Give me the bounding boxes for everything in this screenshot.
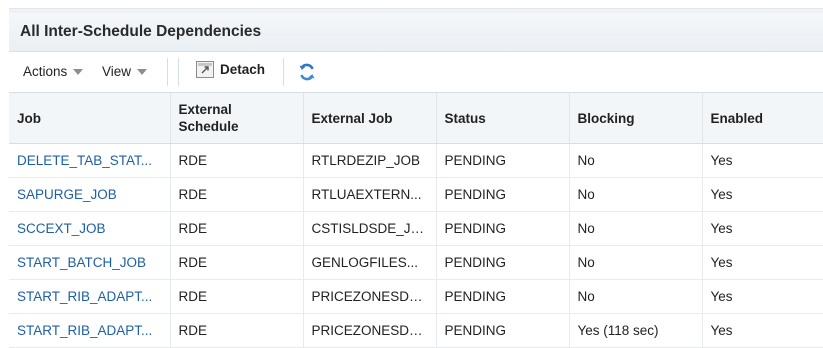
status-cell: PENDING [436,279,570,314]
table-row[interactable]: DELETE_TAB_STAT... RDE RTLRDEZIP_JOB PEN… [9,143,823,178]
external-schedule-cell: RDE [170,279,304,314]
table-row[interactable]: START_RIB_ADAPT... RDE PRICEZONESDE... P… [9,279,823,314]
blocking-cell: No [569,177,703,212]
refresh-icon[interactable] [297,62,317,82]
blocking-cell: Yes (118 sec) [569,313,703,348]
job-cell: SAPURGE_JOB [9,177,171,212]
blocking-cell: No [569,245,703,280]
toolbar-divider [167,58,168,86]
enabled-cell: Yes [702,245,823,280]
panel-title: All Inter-Schedule Dependencies [20,23,262,40]
toolbar: Actions View Detach [9,52,823,93]
external-job-cell: PRICEZONESDE... [303,279,437,314]
column-header-external-job[interactable]: External Job [303,93,437,144]
actions-menu-label: Actions [23,64,68,79]
enabled-cell: Yes [702,279,823,314]
external-job-cell: PRICEZONESDE... [303,313,437,348]
external-job-cell: RTLUAEXTERN... [303,177,437,212]
status-cell: PENDING [436,211,570,246]
dependencies-table: Job External Schedule External Job Statu… [9,93,823,348]
external-schedule-cell: RDE [170,245,304,280]
table-row[interactable]: START_BATCH_JOB RDE GENLOGFILES... PENDI… [9,245,823,280]
status-cell: PENDING [436,245,570,280]
enabled-cell: Yes [702,177,823,212]
external-job-cell: CSTISLDSDE_JOB [303,211,437,246]
external-job-cell: RTLRDEZIP_JOB [303,143,437,178]
table-header-row: Job External Schedule External Job Statu… [9,93,823,144]
blocking-cell: No [569,279,703,314]
blocking-cell: No [569,211,703,246]
chevron-down-icon [73,68,84,75]
toolbar-divider [178,58,179,86]
external-schedule-cell: RDE [170,143,304,178]
table-row[interactable]: SAPURGE_JOB RDE RTLUAEXTERN... PENDING N… [9,177,823,212]
external-schedule-cell: RDE [170,313,304,348]
actions-menu[interactable]: Actions [23,64,84,79]
job-link[interactable]: START_BATCH_JOB [17,255,146,270]
enabled-cell: Yes [702,143,823,178]
job-cell: DELETE_TAB_STAT... [9,143,171,178]
dependencies-panel: All Inter-Schedule Dependencies Actions … [9,8,823,348]
view-menu[interactable]: View [102,64,148,79]
enabled-cell: Yes [702,211,823,246]
job-link[interactable]: START_RIB_ADAPT... [17,289,152,304]
job-link[interactable]: START_RIB_ADAPT... [17,323,152,338]
job-link[interactable]: SCCEXT_JOB [17,221,106,236]
external-schedule-cell: RDE [170,177,304,212]
job-cell: START_BATCH_JOB [9,245,171,280]
status-cell: PENDING [436,313,570,348]
status-cell: PENDING [436,143,570,178]
table-row[interactable]: SCCEXT_JOB RDE CSTISLDSDE_JOB PENDING No… [9,211,823,246]
toolbar-divider [283,58,284,86]
column-header-job[interactable]: Job [9,93,171,144]
detach-button[interactable]: Detach [196,61,265,78]
external-schedule-cell: RDE [170,211,304,246]
panel-header: All Inter-Schedule Dependencies [9,13,823,52]
job-cell: START_RIB_ADAPT... [9,313,171,348]
column-header-status[interactable]: Status [436,93,570,144]
detach-label: Detach [220,62,266,77]
job-cell: START_RIB_ADAPT... [9,279,171,314]
column-header-blocking[interactable]: Blocking [569,93,703,144]
status-cell: PENDING [436,177,570,212]
blocking-cell: No [569,143,703,178]
column-header-enabled[interactable]: Enabled [702,93,823,144]
chevron-down-icon [137,68,148,75]
external-job-cell: GENLOGFILES... [303,245,437,280]
job-link[interactable]: SAPURGE_JOB [17,187,117,202]
view-menu-label: View [102,64,132,79]
job-link[interactable]: DELETE_TAB_STAT... [17,153,152,168]
table-row[interactable]: START_RIB_ADAPT... RDE PRICEZONESDE... P… [9,313,823,348]
detach-icon [196,61,214,78]
enabled-cell: Yes [702,313,823,348]
job-cell: SCCEXT_JOB [9,211,171,246]
column-header-external-schedule[interactable]: External Schedule [170,93,304,144]
